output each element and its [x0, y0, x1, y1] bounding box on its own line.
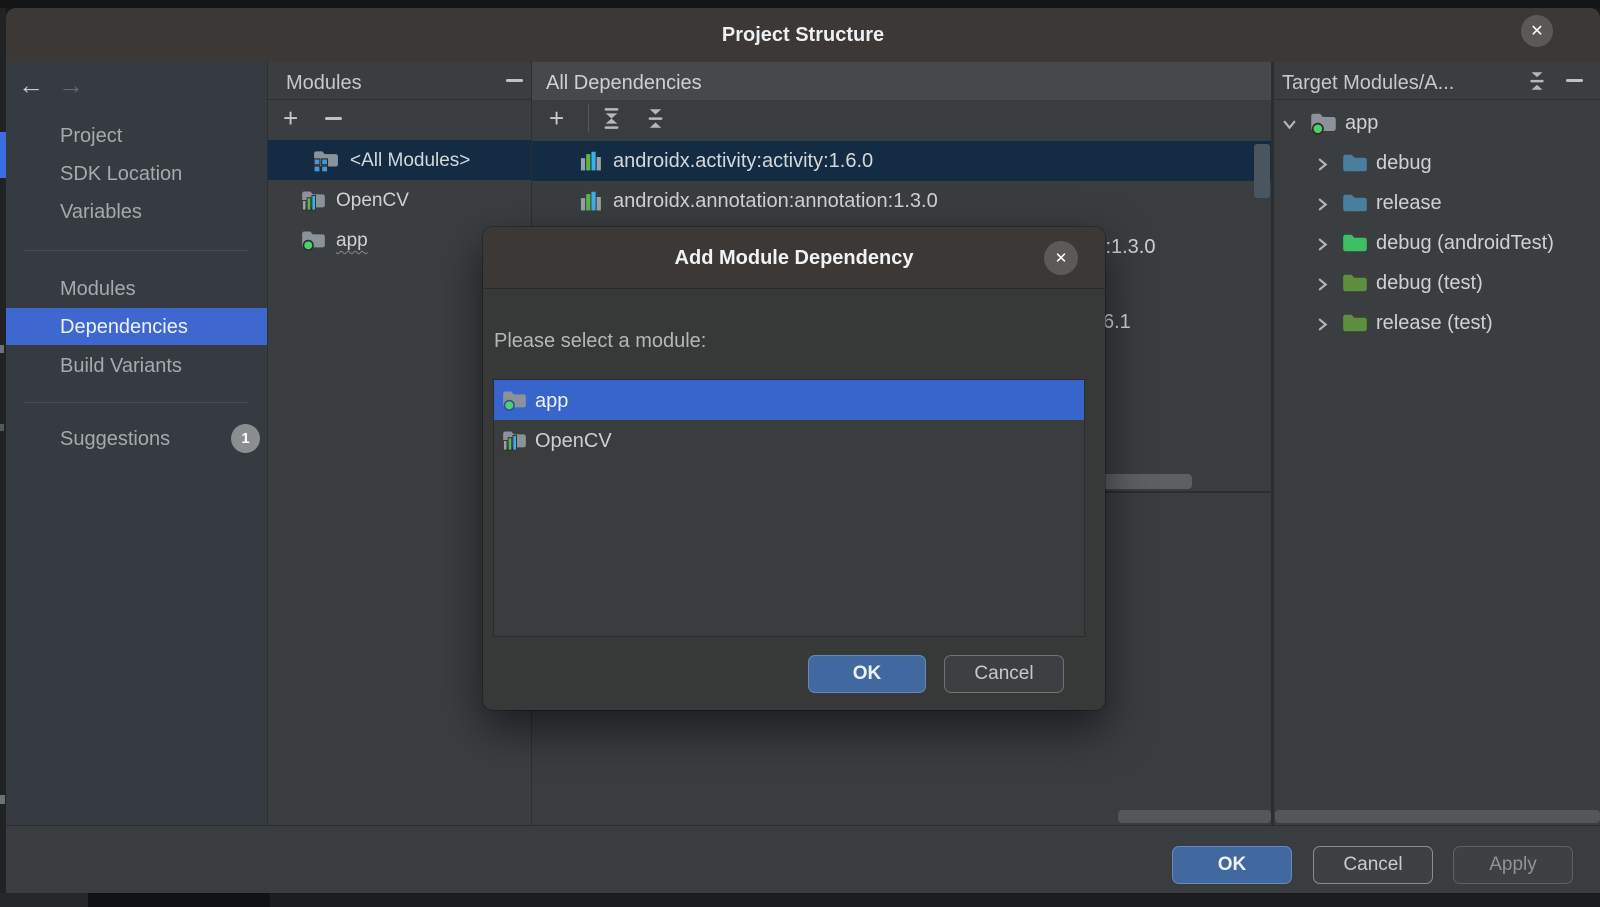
modal-message: Please select a module:: [494, 331, 706, 351]
modules-panel-title: Modules: [286, 72, 362, 95]
dependencies-horizontal-scrollbar-thumb[interactable]: [1098, 474, 1192, 489]
olive-folder-icon: [1342, 272, 1368, 294]
cancel-button[interactable]: Cancel: [1313, 846, 1433, 884]
modal-ok-button[interactable]: OK: [808, 655, 926, 693]
chevron-right-icon[interactable]: [1315, 317, 1330, 332]
add-dependency-button[interactable]: +: [549, 105, 564, 131]
forward-button[interactable]: →: [58, 70, 84, 101]
library-icon: [580, 150, 604, 171]
tree-row-label[interactable]: release: [1376, 193, 1442, 213]
ok-button-label: OK: [1218, 854, 1247, 876]
dependency-row-partial[interactable]: 6.1: [1103, 312, 1131, 332]
modal-list-row-label[interactable]: app: [535, 391, 568, 411]
android-module-folder-icon: [502, 389, 527, 411]
sidebar-divider: [24, 402, 248, 403]
sidebar-item-modules[interactable]: Modules: [60, 279, 136, 299]
sidebar-item-project[interactable]: Project: [60, 126, 122, 146]
background-fragment: [0, 795, 5, 804]
remove-module-button[interactable]: [325, 117, 342, 120]
sidebar-divider: [24, 250, 248, 251]
apply-button[interactable]: Apply: [1453, 846, 1573, 884]
tree-row-label[interactable]: debug: [1376, 153, 1432, 173]
back-arrow-icon: ←: [18, 70, 44, 100]
back-button[interactable]: ←: [18, 70, 44, 101]
close-icon: ✕: [1530, 21, 1543, 41]
hide-panel-icon[interactable]: [506, 79, 523, 82]
module-row-label[interactable]: app: [336, 231, 368, 250]
modal-close-button[interactable]: ✕: [1044, 241, 1078, 275]
olive-folder-icon: [1342, 312, 1368, 334]
dependencies-vertical-scrollbar-thumb[interactable]: [1254, 144, 1270, 198]
dependency-row-label[interactable]: androidx.activity:activity:1.6.0: [613, 151, 873, 171]
background-fragment: [0, 345, 4, 353]
tree-row-label[interactable]: debug (test): [1376, 273, 1483, 293]
dependency-row-label[interactable]: androidx.annotation:annotation:1.3.0: [613, 191, 938, 211]
screen: Project Structure ✕ ← → Project SDK Loca…: [0, 0, 1600, 907]
sidebar-item-sdk-location[interactable]: SDK Location: [60, 164, 182, 184]
dependencies-lower-scrollbar-thumb[interactable]: [1118, 810, 1271, 823]
chevron-right-icon[interactable]: [1315, 157, 1330, 172]
green-folder-icon: [1342, 232, 1368, 254]
sidebar-item-dependencies[interactable]: Dependencies: [60, 317, 188, 337]
collapse-all-icon[interactable]: [644, 107, 667, 130]
modal-cancel-button[interactable]: Cancel: [944, 655, 1064, 693]
window-close-button[interactable]: ✕: [1521, 15, 1553, 47]
module-row-label[interactable]: <All Modules>: [350, 151, 470, 170]
expand-all-icon[interactable]: [600, 107, 623, 130]
badge-count: 1: [241, 430, 249, 447]
library-module-folder-icon: [502, 429, 527, 451]
library-module-folder-icon: [301, 189, 326, 211]
chevron-right-icon[interactable]: [1315, 277, 1330, 292]
sidebar-item-variables[interactable]: Variables: [60, 202, 142, 222]
add-module-button[interactable]: +: [283, 105, 298, 131]
close-icon: ✕: [1055, 249, 1068, 267]
android-module-folder-icon: [301, 229, 326, 251]
chevron-right-icon[interactable]: [1315, 197, 1330, 212]
all-modules-folder-icon: [313, 148, 339, 172]
sidebar-item-build-variants[interactable]: Build Variants: [60, 356, 182, 376]
forward-arrow-icon: →: [58, 70, 84, 100]
cancel-button-label: Cancel: [1343, 854, 1402, 876]
dependency-row-partial[interactable]: l:1.3.0: [1101, 237, 1155, 257]
modal-list-row-label[interactable]: OpenCV: [535, 431, 612, 451]
chevron-right-icon[interactable]: [1315, 237, 1330, 252]
tree-row-label[interactable]: app: [1345, 113, 1378, 133]
background-window-top-strip: [0, 0, 1600, 8]
ok-button[interactable]: OK: [1172, 846, 1292, 884]
background-fragment: [0, 424, 4, 431]
modal-cancel-label: Cancel: [974, 663, 1033, 685]
android-module-folder-icon: [1310, 111, 1337, 135]
blue-folder-icon: [1342, 192, 1368, 214]
blue-folder-icon: [1342, 152, 1368, 174]
target-panel-horizontal-scrollbar-thumb[interactable]: [1275, 810, 1600, 823]
modal-title: Add Module Dependency: [483, 247, 1105, 270]
modal-list-row-app[interactable]: [494, 380, 1084, 420]
tree-row-label[interactable]: debug (androidTest): [1376, 233, 1554, 253]
suggestions-count-badge: 1: [231, 424, 260, 453]
background-bottom-fragment: [0, 893, 88, 907]
module-row-label[interactable]: OpenCV: [336, 191, 409, 210]
window-title: Project Structure: [6, 24, 1600, 47]
sidebar-item-suggestions[interactable]: Suggestions: [60, 429, 170, 449]
tree-row-label[interactable]: release (test): [1376, 313, 1493, 333]
background-bottom-fragment: [88, 893, 270, 907]
dependencies-panel-title: All Dependencies: [546, 72, 702, 95]
apply-button-label: Apply: [1489, 854, 1537, 876]
chevron-down-icon[interactable]: [1282, 117, 1297, 132]
toolbar-divider: [588, 104, 589, 132]
collapse-all-icon[interactable]: [1526, 70, 1548, 92]
modal-ok-label: OK: [853, 663, 882, 685]
hide-panel-icon[interactable]: [1566, 79, 1583, 82]
library-icon: [580, 190, 604, 211]
target-panel-title: Target Modules/A...: [1282, 72, 1454, 95]
